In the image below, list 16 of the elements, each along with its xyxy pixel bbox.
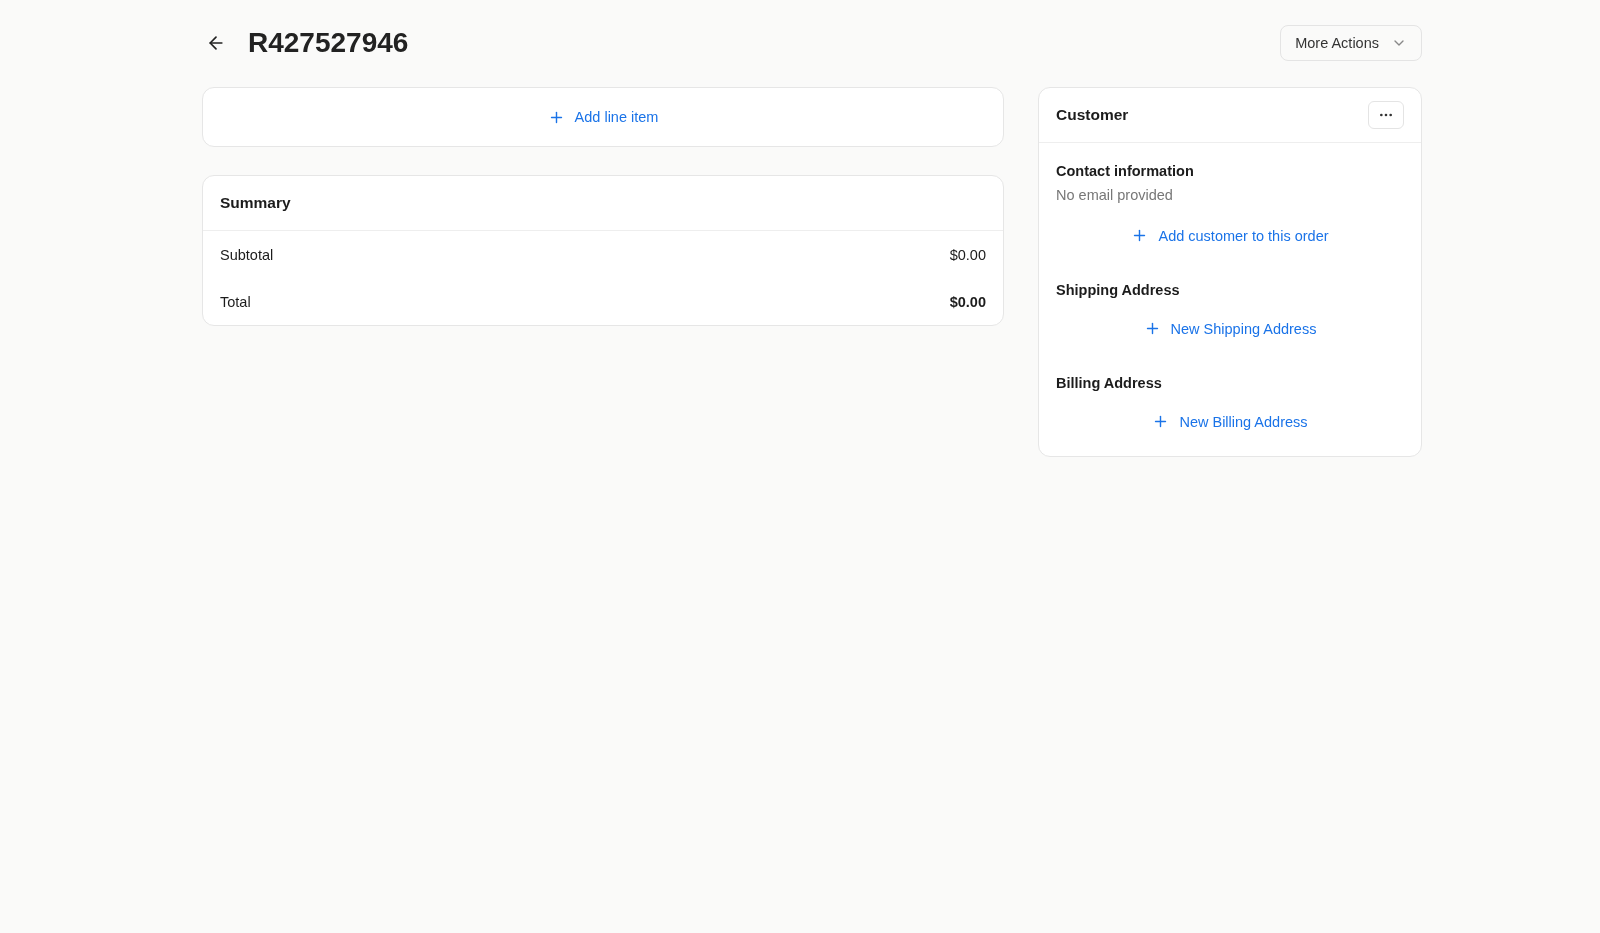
card-title: Summary <box>220 194 291 212</box>
summary-label: Subtotal <box>220 246 274 263</box>
add-link[interactable]: New Billing Address <box>1152 413 1308 430</box>
section-note: No email provided <box>1056 187 1174 203</box>
add-link[interactable]: New Shipping Address <box>1143 320 1317 337</box>
section-heading: Shipping Address <box>1056 282 1181 298</box>
summary-label: Total <box>220 293 251 310</box>
card-title: Customer <box>1056 106 1129 124</box>
section-heading: Contact information <box>1056 163 1195 179</box>
add-link[interactable]: Add customer to this order <box>1131 227 1329 244</box>
summary-value: $0.00 <box>949 246 986 263</box>
add-line-item-link[interactable]: Add line item <box>547 108 659 126</box>
summary-value: $0.00 <box>949 293 986 310</box>
order-title: R427527946 <box>248 27 409 59</box>
section-heading: Billing Address <box>1056 375 1163 391</box>
more-actions-button[interactable]: More Actions <box>1280 25 1422 61</box>
